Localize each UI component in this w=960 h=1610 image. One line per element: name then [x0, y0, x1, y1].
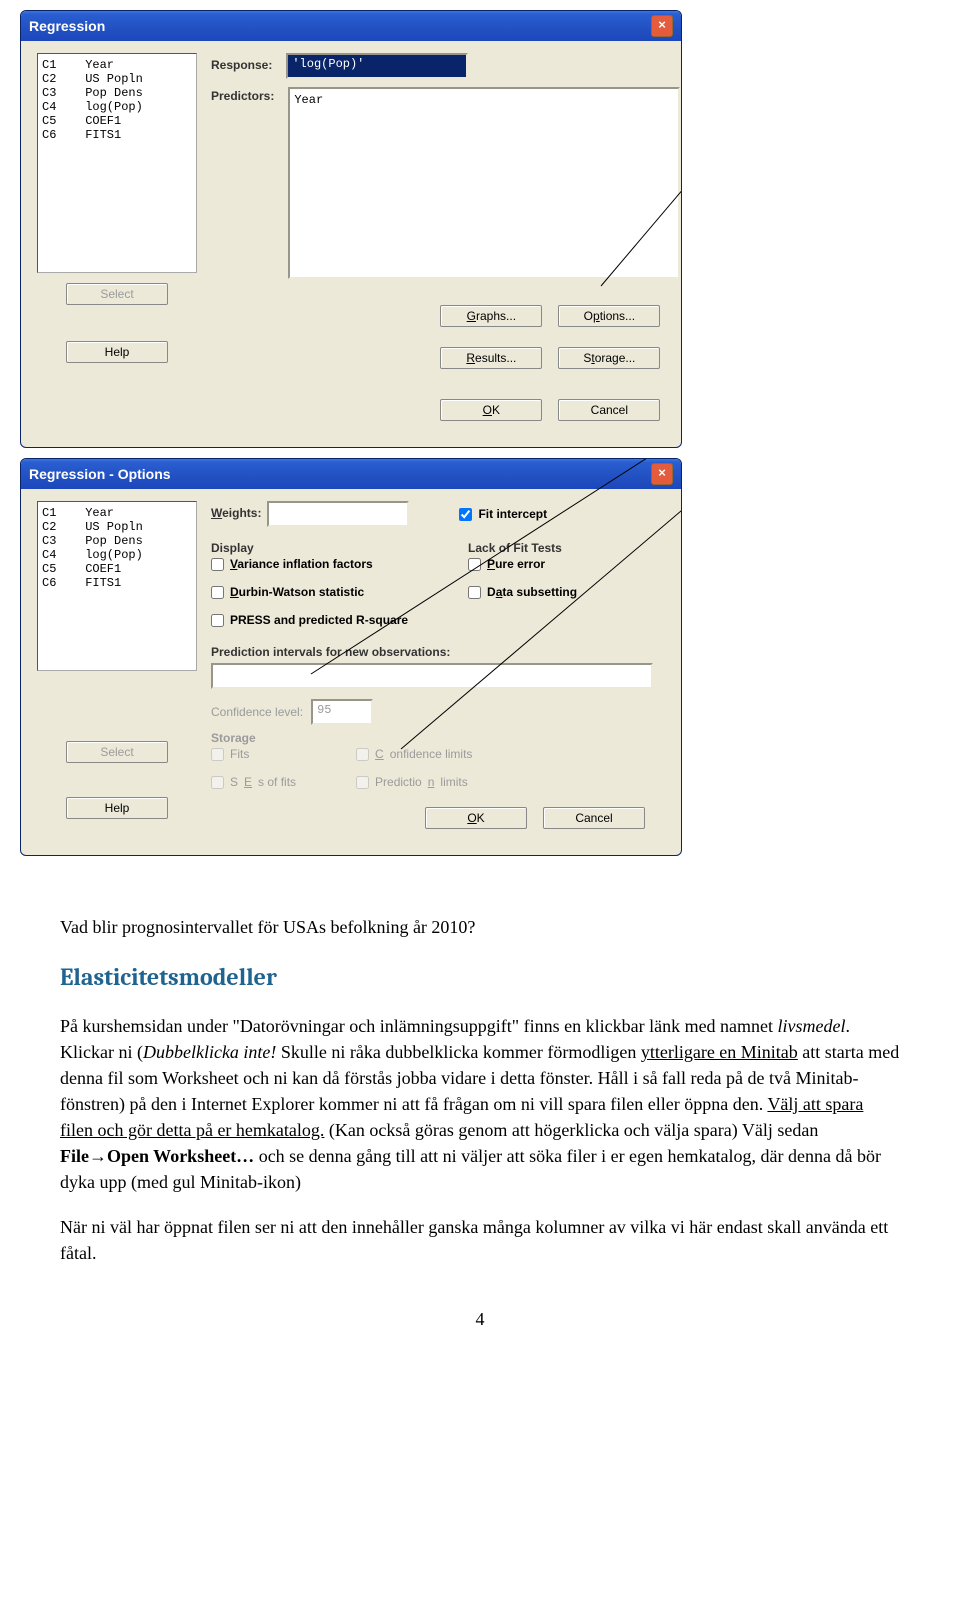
- columns-list[interactable]: C1 Year C2 US Popln C3 Pop Dens C4 log(P…: [37, 501, 197, 671]
- press-checkbox[interactable]: PRESS and predicted R-square: [211, 613, 408, 627]
- durbin-watson-checkbox[interactable]: Durbin-Watson statistic: [211, 585, 408, 599]
- titlebar[interactable]: Regression ×: [21, 11, 681, 41]
- conf-limits-checkbox: Confidence limits: [356, 747, 472, 761]
- cancel-button[interactable]: Cancel: [558, 399, 660, 421]
- weights-input[interactable]: [267, 501, 409, 527]
- storage-button[interactable]: Storage...: [558, 347, 660, 369]
- prediction-header: Prediction intervals for new observation…: [211, 645, 665, 659]
- close-icon[interactable]: ×: [651, 463, 673, 485]
- pred-limits-checkbox: Prediction limits: [356, 775, 472, 789]
- fit-intercept-checkbox[interactable]: Fit intercept: [459, 507, 547, 521]
- close-icon[interactable]: ×: [651, 15, 673, 37]
- section-heading: Elasticitetsmodeller: [60, 960, 900, 995]
- se-fits-checkbox: SEs of fits: [211, 775, 296, 789]
- paragraph-2: När ni väl har öppnat filen ser ni att d…: [60, 1214, 900, 1266]
- select-button: Select: [66, 741, 168, 763]
- columns-list[interactable]: C1 Year C2 US Popln C3 Pop Dens C4 log(P…: [37, 53, 197, 273]
- help-button[interactable]: Help: [66, 341, 168, 363]
- response-label: Response:: [211, 58, 272, 72]
- graphs-button[interactable]: Graphs...: [440, 305, 542, 327]
- ok-button[interactable]: OK: [425, 807, 527, 829]
- storage-header: Storage: [211, 731, 665, 745]
- weights-label: Weights:: [211, 506, 261, 520]
- titlebar[interactable]: Regression - Options ×: [21, 459, 681, 489]
- cancel-button[interactable]: Cancel: [543, 807, 645, 829]
- response-input[interactable]: 'log(Pop)': [286, 53, 468, 79]
- predictors-label: Predictors:: [211, 89, 274, 277]
- fits-checkbox: Fits: [211, 747, 296, 761]
- help-button[interactable]: Help: [66, 797, 168, 819]
- results-button[interactable]: Results...: [440, 347, 542, 369]
- select-button: Select: [66, 283, 168, 305]
- data-subsetting-checkbox[interactable]: Data subsetting: [468, 585, 577, 599]
- display-header: Display: [211, 541, 408, 555]
- options-button[interactable]: Options...: [558, 305, 660, 327]
- dialog-title: Regression - Options: [29, 466, 171, 482]
- page-number: 4: [60, 1306, 900, 1332]
- confidence-label: Confidence level:: [211, 705, 303, 719]
- regression-dialog: Regression × C1 Year C2 US Popln C3 Pop …: [20, 10, 682, 448]
- document-body: Vad blir prognosintervallet för USAs bef…: [0, 866, 960, 1392]
- question-text: Vad blir prognosintervallet för USAs bef…: [60, 914, 900, 940]
- pure-error-checkbox[interactable]: Pure error: [468, 557, 577, 571]
- predictors-input[interactable]: Year: [288, 87, 680, 279]
- paragraph-1: På kurshemsidan under "Datorövningar och…: [60, 1013, 900, 1196]
- confidence-input: 95: [311, 699, 373, 725]
- vif-checkbox[interactable]: Variance inflation factors: [211, 557, 408, 571]
- regression-options-dialog: Regression - Options × C1 Year C2 US Pop…: [20, 458, 682, 856]
- dialog-title: Regression: [29, 18, 105, 34]
- prediction-input[interactable]: [211, 663, 653, 689]
- lof-header: Lack of Fit Tests: [468, 541, 577, 555]
- ok-button[interactable]: OK: [440, 399, 542, 421]
